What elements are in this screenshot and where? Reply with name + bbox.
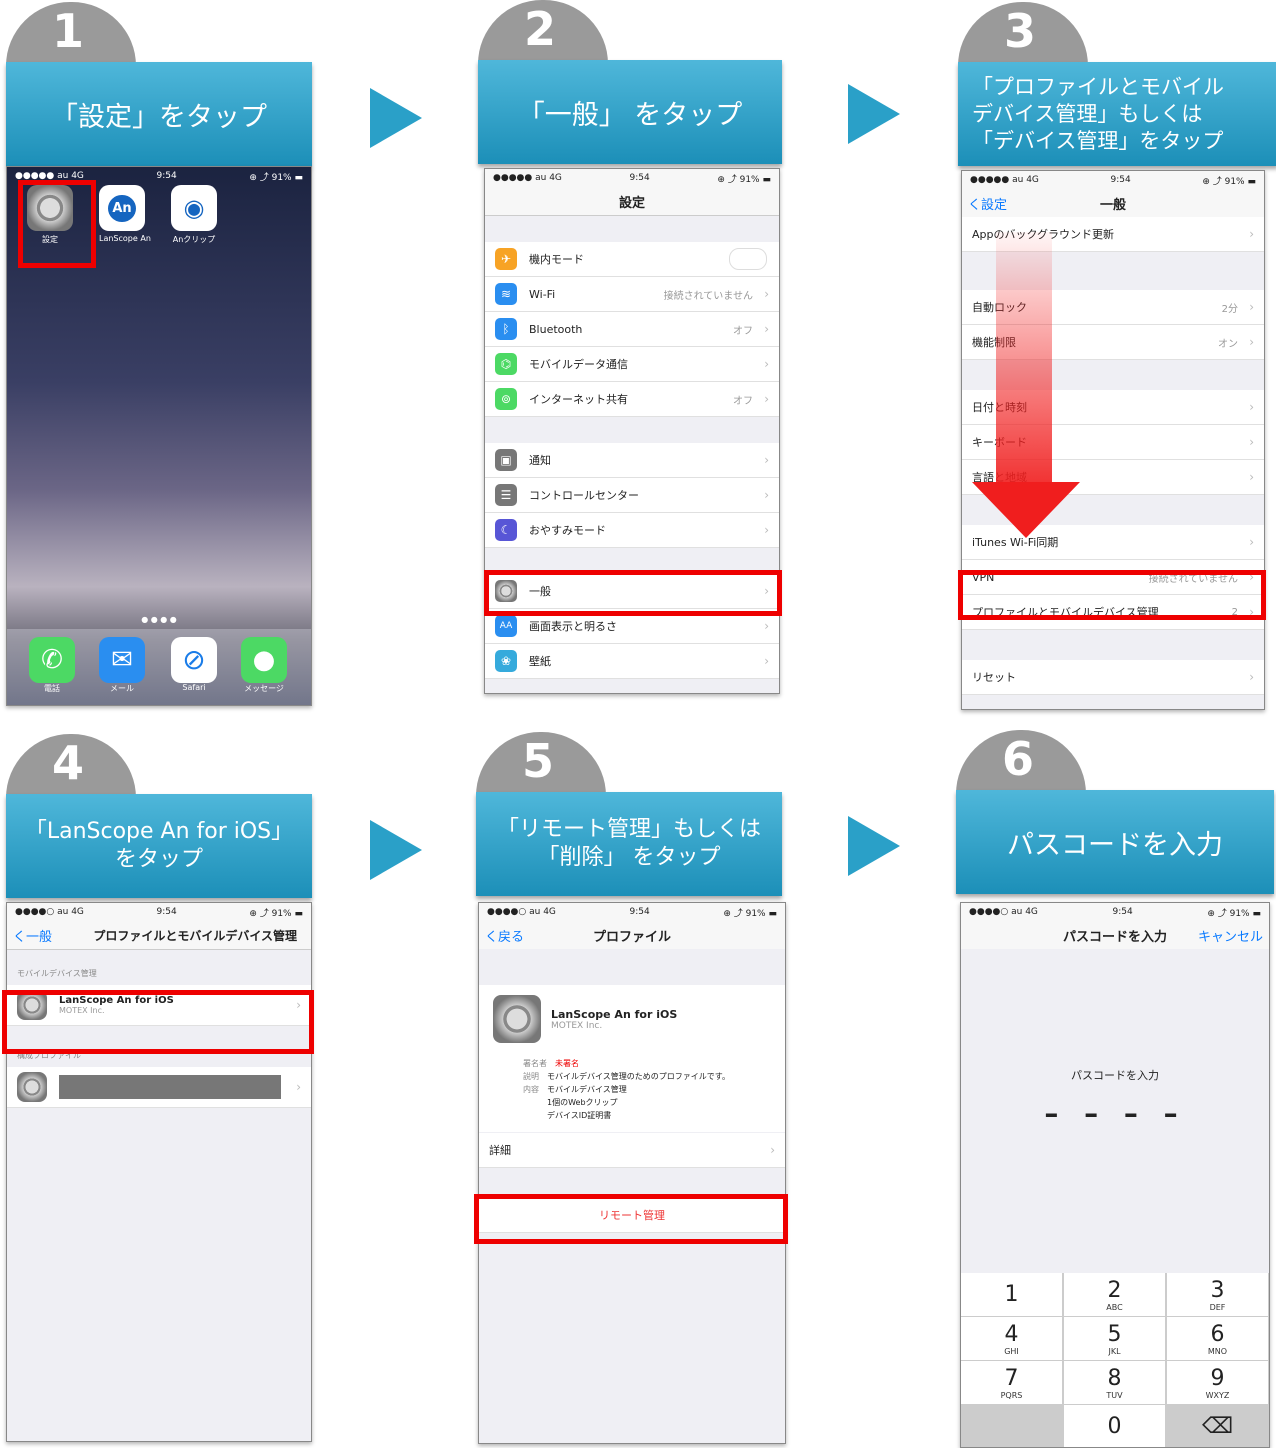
highlight-box	[484, 570, 782, 616]
step-title: 「LanScope An for iOS」 をタップ	[6, 794, 312, 898]
highlight-box	[474, 1194, 788, 1244]
gear-icon	[17, 1072, 47, 1102]
row-wifi[interactable]: ≋ Wi-Fi 接続されていません ›	[485, 277, 779, 312]
mail-icon: ✉	[99, 637, 145, 683]
next-arrow-icon	[370, 820, 422, 880]
back-button[interactable]: く設定	[968, 194, 1007, 213]
key-7[interactable]: 7 PQRS	[961, 1361, 1062, 1404]
row-hotspot[interactable]: ⊚ インターネット共有 オフ ›	[485, 382, 779, 417]
status-bar: ●●●●● au 4G 9:54 ⊕ ⤴ 91% ▬	[485, 169, 779, 187]
row-notifications[interactable]: ▣ 通知 ›	[485, 443, 779, 478]
nav-bar: く一般 プロファイルとモバイルデバイス管理	[7, 921, 311, 950]
step-number-tab: 3	[958, 2, 1088, 66]
step-title: 「リモート管理」もしくは 「削除」 をタップ	[476, 792, 782, 896]
an-clip-app[interactable]: ◉ Anクリップ	[171, 185, 217, 245]
antenna-icon: ⌬	[495, 353, 517, 375]
key-6[interactable]: 6 MNO	[1167, 1317, 1268, 1360]
status-bar: ●●●●● au 4G 9:54 ⊕ ⤴ 91% ▬	[962, 171, 1264, 189]
messages-app[interactable]: ● メッセージ	[241, 637, 287, 694]
key-9[interactable]: 9 WXYZ	[1167, 1361, 1268, 1404]
wallpaper-icon: ❀	[495, 650, 517, 672]
clip-icon: ◉	[171, 185, 217, 231]
notification-icon: ▣	[495, 449, 517, 471]
profiles-list-screen: ●●●●○ au 4G 9:54 ⊕ ⤴ 91% ▬ く一般 プロファイルとモバイルデ…	[6, 902, 312, 1442]
delete-key[interactable]: ⌫	[1167, 1405, 1268, 1447]
phone-app[interactable]: ✆ 電話	[29, 637, 75, 694]
toggle[interactable]	[729, 248, 767, 270]
page-dots: ● ● ● ●	[141, 615, 177, 624]
step-title: 「設定」をタップ	[6, 62, 312, 166]
backspace-icon: ⌫	[1201, 1414, 1234, 1439]
hotspot-icon: ⊚	[495, 388, 517, 410]
step-title: 「プロファイルとモバイル デバイス管理」もしくは 「デバイス管理」をタップ	[958, 62, 1276, 166]
step-number-tab: 2	[478, 0, 608, 64]
key-1[interactable]: 1	[961, 1273, 1062, 1316]
row-airplane[interactable]: ✈ 機内モード	[485, 242, 779, 277]
display-icon: AA	[495, 615, 517, 637]
control-center-icon: ☰	[495, 484, 517, 506]
moon-icon: ☾	[495, 519, 517, 541]
step-title: パスコードを入力	[956, 790, 1274, 894]
safari-app[interactable]: ⊘ Safari	[171, 637, 217, 692]
wifi-icon: ≋	[495, 283, 517, 305]
highlight-box	[958, 570, 1266, 620]
step-number-tab: 5	[476, 732, 606, 796]
passcode-field[interactable]: – – – –	[961, 1097, 1269, 1130]
airplane-icon: ✈	[495, 248, 517, 270]
key-2[interactable]: 2 ABC	[1064, 1273, 1165, 1316]
highlight-box	[2, 990, 314, 1054]
nav-bar: パスコードを入力 キャンセル	[961, 921, 1269, 949]
gear-icon	[493, 995, 541, 1043]
redacted-bar	[59, 1075, 281, 1099]
status-bar: ●●●●○ au 4G 9:54 ⊕ ⤴ 91% ▬	[961, 903, 1269, 921]
keypad: 1 2 ABC 3 DEF 4 GHI 5 JKL 6 MNO 7 PQRS 8 TUV 9W…	[961, 1273, 1269, 1447]
row-do-not-disturb[interactable]: ☾ おやすみモード ›	[485, 513, 779, 548]
dock: ✆ 電話 ✉ メール ⊘ Safari ● メッセージ	[7, 629, 311, 705]
down-arrow-icon	[996, 232, 1052, 482]
cancel-button[interactable]: キャンセル	[1198, 926, 1263, 945]
key-5[interactable]: 5 JKL	[1064, 1317, 1165, 1360]
next-arrow-icon	[848, 84, 900, 144]
passcode-screen: ●●●●○ au 4G 9:54 ⊕ ⤴ 91% ▬ パスコードを入力 キャンセル パ…	[960, 902, 1270, 1448]
down-arrow-head-icon	[972, 482, 1080, 538]
row-details[interactable]: 詳細 ›	[479, 1133, 785, 1168]
phone-icon: ✆	[29, 637, 75, 683]
step-number-tab: 4	[6, 734, 136, 798]
key-4[interactable]: 4 GHI	[961, 1317, 1062, 1360]
key-3[interactable]: 3 DEF	[1167, 1273, 1268, 1316]
step-number-tab: 1	[6, 2, 136, 66]
status-bar: ●●●●○ au 4G 9:54 ⊕ ⤴ 91% ▬	[479, 903, 785, 921]
row-wallpaper[interactable]: ❀ 壁紙 ›	[485, 644, 779, 679]
back-button[interactable]: く戻る	[485, 926, 524, 945]
status-bar: ●●●●○ au 4G 9:54 ⊕ ⤴ 91% ▬	[7, 903, 311, 921]
bluetooth-icon: ᛒ	[495, 318, 517, 340]
compass-icon: ⊘	[171, 637, 217, 683]
key-0[interactable]: 0	[1064, 1405, 1165, 1447]
profile-detail-screen: ●●●●○ au 4G 9:54 ⊕ ⤴ 91% ▬ く戻る プロファイル LanSc…	[478, 902, 786, 1444]
profile-card: LanScope An for iOS MOTEX Inc. 署名者 未署名 説明モ…	[479, 985, 785, 1132]
row-control-center[interactable]: ☰ コントロールセンター ›	[485, 478, 779, 513]
lanscope-icon: An	[99, 185, 145, 231]
row-config-profile[interactable]: ›	[7, 1067, 311, 1108]
step-number-tab: 6	[956, 730, 1086, 794]
message-bubble-icon: ●	[241, 637, 287, 683]
next-arrow-icon	[370, 88, 422, 148]
mail-app[interactable]: ✉ メール	[99, 637, 145, 694]
row-bluetooth[interactable]: ᛒ Bluetooth オフ ›	[485, 312, 779, 347]
next-arrow-icon	[848, 816, 900, 876]
nav-bar: く戻る プロファイル	[479, 921, 785, 949]
row-reset[interactable]: リセット ›	[962, 660, 1264, 695]
lanscope-app[interactable]: An LanScope An	[99, 185, 151, 243]
step-title: 「一般」 をタップ	[478, 60, 782, 164]
key-8[interactable]: 8 TUV	[1064, 1361, 1165, 1404]
nav-bar: 設定	[485, 187, 779, 216]
back-button[interactable]: く一般	[13, 926, 52, 945]
row-cellular[interactable]: ⌬ モバイルデータ通信 ›	[485, 347, 779, 382]
nav-bar: く設定 一般	[962, 189, 1264, 217]
highlight-box	[18, 180, 96, 268]
